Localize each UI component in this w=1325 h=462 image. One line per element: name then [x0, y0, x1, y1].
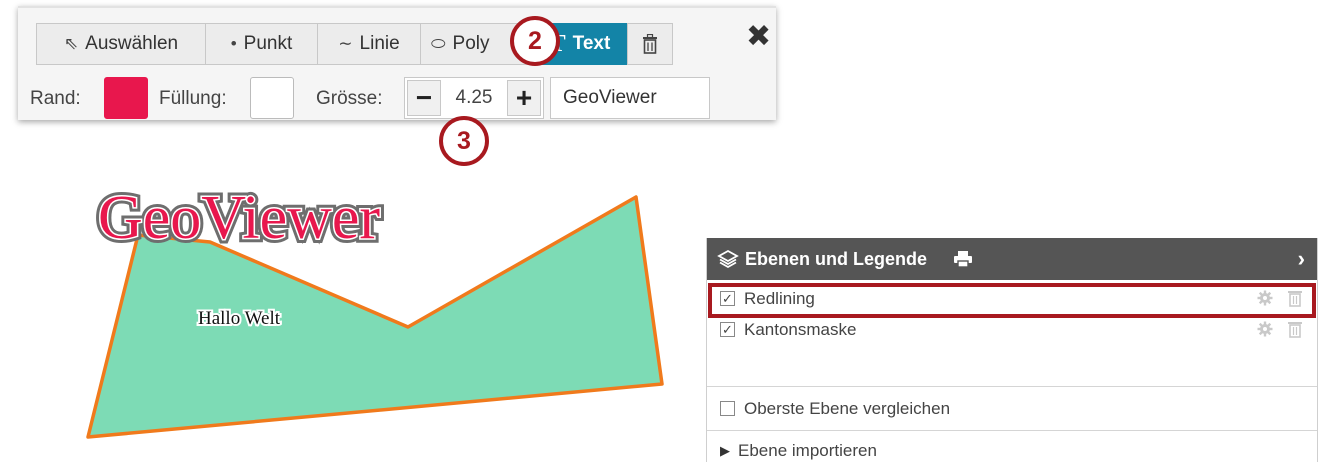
size-stepper: − 4.25 + — [404, 77, 544, 119]
line-tool-button[interactable]: ∼ Linie — [317, 23, 421, 65]
line-icon: ∼ — [338, 34, 353, 53]
point-icon: • — [230, 34, 237, 53]
map-text-geoviewer-inner: GeoViewer — [98, 184, 380, 252]
print-icon[interactable] — [953, 250, 973, 268]
line-tool-label: Linie — [359, 33, 400, 54]
layers-icon — [717, 249, 739, 269]
layer-checkbox-kantonsmaske[interactable]: ✓ — [720, 322, 735, 337]
layers-panel-title: Ebenen und Legende — [745, 248, 928, 269]
layer-list-spacer — [707, 345, 1317, 386]
tool-button-group: ⇖ Auswählen • Punkt ∼ Linie ⬭ Poly T Tex… — [36, 23, 673, 65]
text-tool-label: Text — [572, 33, 611, 54]
map-viewer: GeoViewer GeoViewer Hallo Welt ⇖ Auswähl… — [0, 0, 1325, 462]
delete-drawing-button[interactable] — [627, 23, 673, 65]
fill-color-picker[interactable] — [250, 77, 294, 119]
point-tool-label: Punkt — [243, 33, 293, 54]
close-icon[interactable]: ✖ — [746, 22, 771, 52]
compare-top-layer-checkbox[interactable] — [720, 401, 735, 416]
trash-icon[interactable] — [1287, 320, 1303, 338]
select-tool-label: Auswählen — [85, 33, 179, 54]
step-marker-3: 3 — [439, 116, 489, 166]
gear-icon[interactable] — [1257, 320, 1273, 338]
size-increase-button[interactable]: + — [507, 80, 541, 116]
point-tool-button[interactable]: • Punkt — [205, 23, 318, 65]
expand-triangle-icon: ▶ — [720, 443, 730, 458]
border-label: Rand: — [30, 88, 81, 109]
compare-top-layer-label: Oberste Ebene vergleichen — [744, 398, 951, 418]
size-value[interactable]: 4.25 — [443, 87, 505, 109]
import-layer-label: Ebene importieren — [738, 441, 877, 460]
style-options-row: Rand: Füllung: Grösse: − 4.25 + — [18, 76, 776, 120]
cursor-select-icon: ⇖ — [63, 34, 79, 53]
redlining-highlight-frame — [708, 283, 1316, 318]
size-decrease-button[interactable]: − — [407, 80, 441, 116]
select-tool-button[interactable]: ⇖ Auswählen — [36, 23, 206, 65]
size-label: Grösse: — [316, 88, 383, 109]
polygon-tool-label: Poly — [452, 33, 490, 54]
import-layer-row[interactable]: ▶ Ebene importieren — [707, 430, 1317, 462]
map-text-hallo-welt[interactable]: Hallo Welt — [196, 306, 283, 331]
fill-label: Füllung: — [159, 88, 227, 109]
layer-name-kantonsmaske: Kantonsmaske — [744, 319, 857, 339]
trash-icon — [643, 34, 657, 54]
step-marker-2: 2 — [510, 16, 560, 66]
label-text-input[interactable] — [550, 77, 710, 119]
polygon-icon: ⬭ — [431, 34, 446, 53]
compare-top-layer-row[interactable]: Oberste Ebene vergleichen — [707, 386, 1317, 430]
layer-row-kantonsmaske[interactable]: ✓ Kantonsmaske — [707, 314, 1317, 345]
border-color-picker[interactable] — [104, 77, 148, 119]
layers-legend-panel: Ebenen und Legende › ✓ Redlining ✓ Kanto… — [706, 238, 1318, 462]
drawing-toolbar: ⇖ Auswählen • Punkt ∼ Linie ⬭ Poly T Tex… — [18, 6, 776, 120]
collapse-panel-chevron-icon[interactable]: › — [1298, 246, 1305, 272]
layers-panel-header[interactable]: Ebenen und Legende › — [707, 238, 1317, 280]
